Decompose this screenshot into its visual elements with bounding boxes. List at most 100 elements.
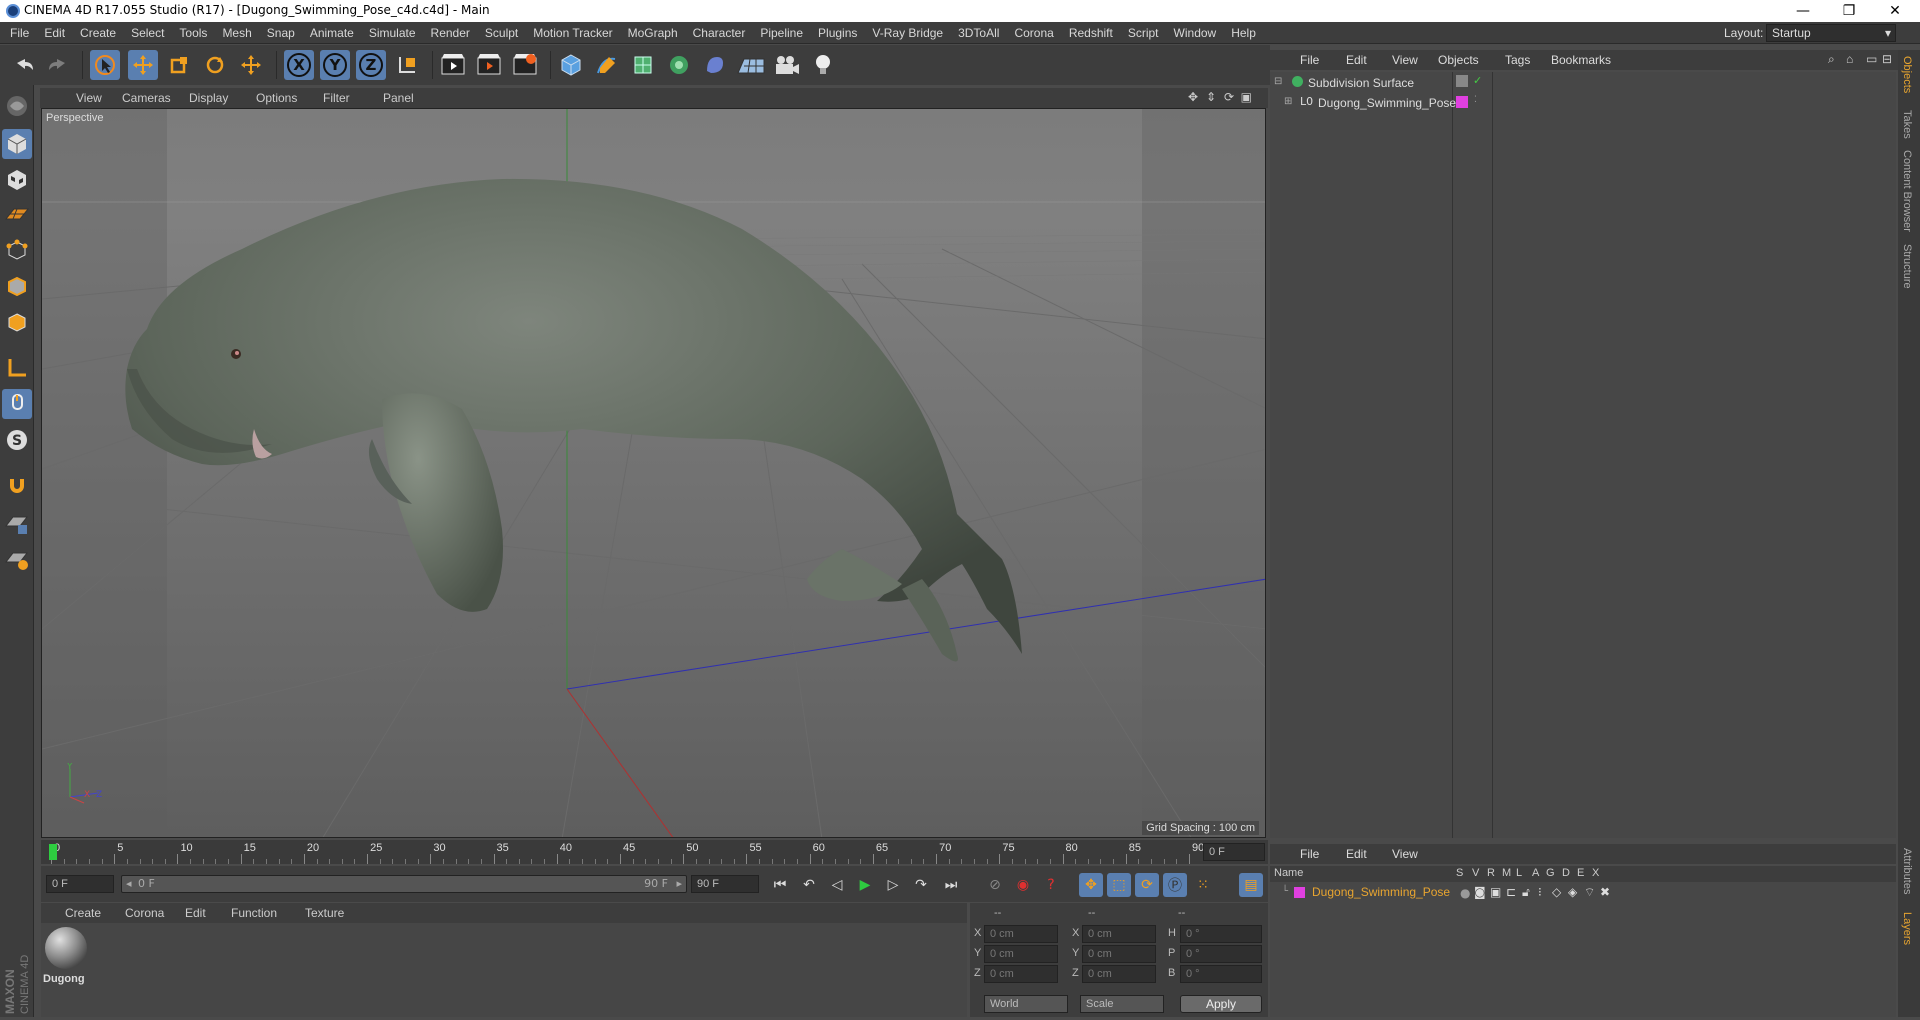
edges-mode-icon[interactable] [2, 271, 32, 301]
viewport-menu-cameras[interactable]: Cameras [122, 91, 171, 105]
menu-select[interactable]: Select [131, 26, 164, 40]
collapse-icon[interactable]: ⊟ [1274, 76, 1282, 87]
new-view-icon[interactable]: ▭ [1866, 52, 1877, 66]
menu-plugins[interactable]: Plugins [818, 26, 857, 40]
enabled-check-icon[interactable]: ✓ [1473, 74, 1482, 87]
auto-keying-icon[interactable]: ◉ [1011, 873, 1035, 897]
menu-tools[interactable]: Tools [179, 26, 207, 40]
layer-color-tag[interactable] [1456, 96, 1468, 108]
tweak-mode-icon[interactable] [2, 389, 32, 419]
viewport-menu-display[interactable]: Display [189, 91, 228, 105]
light-icon[interactable] [808, 50, 838, 80]
tab-layers[interactable]: Layers [1901, 912, 1913, 945]
layer-deformers-icon[interactable]: ◈ [1568, 885, 1577, 899]
cube-primitive-icon[interactable] [556, 50, 586, 80]
magnet-icon[interactable] [2, 471, 32, 501]
key-position-icon[interactable]: ✥ [1079, 873, 1103, 897]
viewport-menu-filter[interactable]: Filter [323, 91, 350, 105]
tab-content-browser[interactable]: Content Browser [1901, 150, 1913, 232]
coord-field-cv-1[interactable]: 0 ° [1180, 945, 1262, 963]
coordinate-system-icon[interactable] [392, 50, 422, 80]
menu-v-ray-bridge[interactable]: V-Ray Bridge [872, 26, 943, 40]
x-axis-lock-button[interactable]: X [284, 50, 314, 80]
visibility-dots-icon[interactable]: ⁚ [1474, 95, 1477, 105]
layer-lock-icon[interactable]: 🔓︎ [1522, 885, 1530, 900]
subdivision-surface-icon[interactable] [628, 50, 658, 80]
menu-render[interactable]: Render [431, 26, 470, 40]
layer-column-r[interactable]: R [1487, 867, 1495, 879]
object-menu-objects[interactable]: Objects [1438, 53, 1479, 67]
menu-file[interactable]: File [10, 26, 29, 40]
workplane-mode-icon[interactable] [2, 199, 32, 229]
close-button[interactable]: ✕ [1872, 0, 1918, 22]
tab-attributes[interactable]: Attributes [1901, 848, 1913, 894]
layer-generators-icon[interactable]: ◇ [1552, 885, 1561, 899]
layer-column-a[interactable]: A [1532, 867, 1539, 879]
key-pla-icon[interactable]: ⁙ [1191, 873, 1215, 897]
object-row-dugong[interactable]: ⊞ L0 Dugong_Swimming_Pose ⁚ [1270, 94, 1896, 112]
layer-menu-edit[interactable]: Edit [1346, 847, 1367, 861]
restore-button[interactable]: ❐ [1826, 0, 1872, 22]
coord-field-cv-0[interactable]: 0 ° [1180, 925, 1262, 943]
tab-takes[interactable]: Takes [1901, 110, 1913, 139]
axis-mode-icon[interactable] [2, 353, 32, 383]
redo-icon[interactable] [44, 50, 74, 80]
pen-spline-icon[interactable] [592, 50, 622, 80]
coord-field-cv-2[interactable]: 0 ° [1180, 965, 1262, 983]
layer-column-g[interactable]: G [1546, 867, 1555, 879]
tab-structure[interactable]: Structure [1901, 244, 1913, 289]
floor-environment-icon[interactable] [736, 50, 766, 80]
make-editable-icon[interactable] [2, 91, 32, 121]
layer-animation-icon[interactable]: ⁝ [1538, 885, 1542, 899]
menu-simulate[interactable]: Simulate [369, 26, 416, 40]
layer-xref-icon[interactable]: ✖ [1600, 885, 1610, 899]
layer-row[interactable]: └ Dugong_Swimming_Pose ● ◙ ▣ ⊏ 🔓︎ ⁝ ◇ ◈ … [1270, 884, 1896, 902]
material-slot[interactable]: Dugong [41, 923, 93, 989]
play-forward-icon[interactable]: ▶ [853, 873, 877, 897]
object-menu-view[interactable]: View [1392, 53, 1418, 67]
grid-snap-icon[interactable] [2, 545, 32, 575]
layer-color-swatch[interactable] [1294, 887, 1305, 898]
viewport-menu-options[interactable]: Options [256, 91, 297, 105]
layer-column-v[interactable]: V [1472, 867, 1479, 879]
viewport-nav-zoom-icon[interactable]: ⇕ [1206, 90, 1216, 104]
viewport-nav-rotate-icon[interactable]: ⟳ [1224, 90, 1234, 104]
layer-column-m[interactable]: M [1502, 867, 1511, 879]
coord-field-av-1[interactable]: 0 cm [984, 945, 1058, 963]
layer-solo-icon[interactable]: ● [1460, 886, 1470, 900]
timeline-window-icon[interactable]: ▤ [1239, 873, 1263, 897]
apply-button[interactable]: Apply [1180, 995, 1262, 1013]
go-to-start-icon[interactable]: ⏮ [768, 873, 792, 897]
end-frame-field[interactable]: 90 F [691, 875, 759, 893]
menu-pipeline[interactable]: Pipeline [760, 26, 803, 40]
snap-icon[interactable]: S [2, 425, 32, 455]
material-menu-texture[interactable]: Texture [305, 906, 344, 920]
expand-icon[interactable]: ⊞ [1284, 96, 1292, 107]
record-keys-icon[interactable]: ⊘ [983, 873, 1007, 897]
previous-key-icon[interactable]: ↶ [797, 873, 821, 897]
layer-expressions-icon[interactable]: ⌔ [1584, 885, 1595, 900]
layer-manager-icon[interactable]: ⊏ [1506, 885, 1516, 899]
next-frame-icon[interactable]: ▷ [881, 873, 905, 897]
key-parameter-icon[interactable]: Ⓟ [1163, 873, 1187, 897]
menu-create[interactable]: Create [80, 26, 116, 40]
coordinate-scale-select[interactable]: Scale [1080, 995, 1164, 1013]
menu-corona[interactable]: Corona [1014, 26, 1053, 40]
coord-field-av-0[interactable]: 0 cm [984, 925, 1058, 943]
timeline-ruler[interactable]: 0 5 10 15 20 25 30 35 40 45 50 55 60 65 70 75 80 85 90 0 F [41, 840, 1268, 864]
menu-mesh[interactable]: Mesh [222, 26, 251, 40]
object-menu-edit[interactable]: Edit [1346, 53, 1367, 67]
menu-help[interactable]: Help [1231, 26, 1256, 40]
coord-field-bv-0[interactable]: 0 cm [1082, 925, 1156, 943]
layout-select[interactable]: Startup [1766, 24, 1896, 42]
viewport-camera-label[interactable]: Perspective [46, 112, 103, 124]
object-menu-file[interactable]: File [1300, 53, 1319, 67]
menu-sculpt[interactable]: Sculpt [485, 26, 518, 40]
model-mode-icon[interactable] [2, 129, 32, 159]
viewport-maximize-icon[interactable]: ▣ [1241, 90, 1252, 104]
keyframe-selection-icon[interactable]: ? [1039, 873, 1063, 897]
rotate-tool-icon[interactable] [200, 50, 230, 80]
key-scale-icon[interactable]: ⬚ [1107, 873, 1131, 897]
playhead[interactable] [49, 844, 57, 860]
menu-script[interactable]: Script [1128, 26, 1159, 40]
